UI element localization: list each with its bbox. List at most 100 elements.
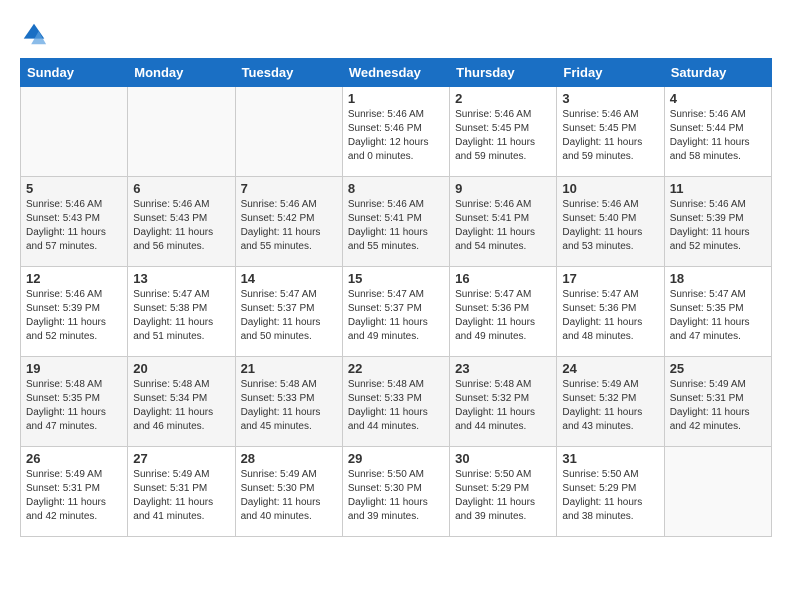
weekday-header: Saturday (664, 59, 771, 87)
day-number: 9 (455, 181, 551, 196)
day-info: Sunrise: 5:48 AM Sunset: 5:33 PM Dayligh… (241, 378, 337, 434)
calendar-day-cell: 29Sunrise: 5:50 AM Sunset: 5:30 PM Dayli… (342, 447, 449, 537)
calendar-day-cell: 4Sunrise: 5:46 AM Sunset: 5:44 PM Daylig… (664, 87, 771, 177)
day-number: 26 (26, 451, 122, 466)
calendar-day-cell: 14 Sunrise: 5:47 AM Sunset: 5:37 PM Dayli… (235, 267, 342, 357)
calendar-week-row: 19 Sunrise: 5:48 AM Sunset: 5:35 PM Dayli… (21, 357, 772, 447)
calendar-week-row: 5 Sunrise: 5:46 AM Sunset: 5:43 PM Daylig… (21, 177, 772, 267)
day-number: 23 (455, 361, 551, 376)
calendar-week-row: 1Sunrise: 5:46 AM Sunset: 5:46 PM Daylig… (21, 87, 772, 177)
calendar-day-cell: 2 Sunrise: 5:46 AM Sunset: 5:45 PM Daylig… (450, 87, 557, 177)
day-info: Sunrise: 5:46 AM Sunset: 5:43 PM Dayligh… (133, 198, 229, 254)
day-number: 5 (26, 181, 122, 196)
calendar-day-cell: 21 Sunrise: 5:48 AM Sunset: 5:33 PM Dayli… (235, 357, 342, 447)
day-info: Sunrise: 5:49 AM Sunset: 5:31 PM Dayligh… (26, 468, 122, 524)
calendar-day-cell (235, 87, 342, 177)
weekday-header: Sunday (21, 59, 128, 87)
calendar-day-cell: 16 Sunrise: 5:47 AM Sunset: 5:36 PM Dayli… (450, 267, 557, 357)
day-number: 13 (133, 271, 229, 286)
day-number: 17 (562, 271, 658, 286)
day-info: Sunrise: 5:46 AM Sunset: 5:45 PM Dayligh… (562, 108, 658, 164)
calendar-day-cell: 12Sunrise: 5:46 AM Sunset: 5:39 PM Dayli… (21, 267, 128, 357)
calendar-day-cell (21, 87, 128, 177)
calendar-day-cell: 23 Sunrise: 5:48 AM Sunset: 5:32 PM Dayli… (450, 357, 557, 447)
day-number: 4 (670, 91, 766, 106)
page-header (20, 20, 772, 48)
calendar-day-cell: 31 Sunrise: 5:50 AM Sunset: 5:29 PM Dayli… (557, 447, 664, 537)
day-number: 25 (670, 361, 766, 376)
day-number: 22 (348, 361, 444, 376)
logo-icon (20, 20, 48, 48)
logo (20, 20, 52, 48)
day-number: 11 (670, 181, 766, 196)
day-number: 28 (241, 451, 337, 466)
weekday-header: Wednesday (342, 59, 449, 87)
calendar-day-cell (664, 447, 771, 537)
day-info: Sunrise: 5:49 AM Sunset: 5:31 PM Dayligh… (670, 378, 766, 434)
day-number: 27 (133, 451, 229, 466)
day-info: Sunrise: 5:48 AM Sunset: 5:34 PM Dayligh… (133, 378, 229, 434)
calendar-day-cell: 13 Sunrise: 5:47 AM Sunset: 5:38 PM Dayli… (128, 267, 235, 357)
day-number: 14 (241, 271, 337, 286)
calendar-day-cell (128, 87, 235, 177)
day-info: Sunrise: 5:46 AM Sunset: 5:42 PM Dayligh… (241, 198, 337, 254)
day-info: Sunrise: 5:46 AM Sunset: 5:40 PM Dayligh… (562, 198, 658, 254)
day-number: 30 (455, 451, 551, 466)
day-info: Sunrise: 5:46 AM Sunset: 5:46 PM Dayligh… (348, 108, 444, 164)
day-info: Sunrise: 5:48 AM Sunset: 5:33 PM Dayligh… (348, 378, 444, 434)
calendar-day-cell: 25 Sunrise: 5:49 AM Sunset: 5:31 PM Dayli… (664, 357, 771, 447)
day-info: Sunrise: 5:49 AM Sunset: 5:32 PM Dayligh… (562, 378, 658, 434)
calendar-day-cell: 5 Sunrise: 5:46 AM Sunset: 5:43 PM Daylig… (21, 177, 128, 267)
day-number: 3 (562, 91, 658, 106)
calendar-day-cell: 24 Sunrise: 5:49 AM Sunset: 5:32 PM Dayli… (557, 357, 664, 447)
calendar-day-cell: 8 Sunrise: 5:46 AM Sunset: 5:41 PM Daylig… (342, 177, 449, 267)
calendar-day-cell: 27Sunrise: 5:49 AM Sunset: 5:31 PM Dayli… (128, 447, 235, 537)
calendar-day-cell: 19 Sunrise: 5:48 AM Sunset: 5:35 PM Dayli… (21, 357, 128, 447)
day-number: 20 (133, 361, 229, 376)
calendar-day-cell: 17 Sunrise: 5:47 AM Sunset: 5:36 PM Dayli… (557, 267, 664, 357)
calendar: SundayMondayTuesdayWednesdayThursdayFrid… (20, 58, 772, 537)
day-info: Sunrise: 5:49 AM Sunset: 5:30 PM Dayligh… (241, 468, 337, 524)
calendar-day-cell: 20 Sunrise: 5:48 AM Sunset: 5:34 PM Dayli… (128, 357, 235, 447)
day-number: 10 (562, 181, 658, 196)
calendar-day-cell: 3 Sunrise: 5:46 AM Sunset: 5:45 PM Daylig… (557, 87, 664, 177)
day-info: Sunrise: 5:47 AM Sunset: 5:38 PM Dayligh… (133, 288, 229, 344)
calendar-day-cell: 15Sunrise: 5:47 AM Sunset: 5:37 PM Dayli… (342, 267, 449, 357)
day-number: 21 (241, 361, 337, 376)
calendar-day-cell: 18 Sunrise: 5:47 AM Sunset: 5:35 PM Dayli… (664, 267, 771, 357)
day-number: 19 (26, 361, 122, 376)
day-info: Sunrise: 5:48 AM Sunset: 5:35 PM Dayligh… (26, 378, 122, 434)
day-number: 31 (562, 451, 658, 466)
day-info: Sunrise: 5:47 AM Sunset: 5:37 PM Dayligh… (241, 288, 337, 344)
day-info: Sunrise: 5:47 AM Sunset: 5:36 PM Dayligh… (562, 288, 658, 344)
day-number: 2 (455, 91, 551, 106)
day-info: Sunrise: 5:46 AM Sunset: 5:39 PM Dayligh… (670, 198, 766, 254)
calendar-day-cell: 11 Sunrise: 5:46 AM Sunset: 5:39 PM Dayli… (664, 177, 771, 267)
calendar-day-cell: 30 Sunrise: 5:50 AM Sunset: 5:29 PM Dayli… (450, 447, 557, 537)
day-info: Sunrise: 5:50 AM Sunset: 5:29 PM Dayligh… (455, 468, 551, 524)
calendar-week-row: 12Sunrise: 5:46 AM Sunset: 5:39 PM Dayli… (21, 267, 772, 357)
day-info: Sunrise: 5:46 AM Sunset: 5:43 PM Dayligh… (26, 198, 122, 254)
calendar-day-cell: 22 Sunrise: 5:48 AM Sunset: 5:33 PM Dayli… (342, 357, 449, 447)
calendar-day-cell: 28 Sunrise: 5:49 AM Sunset: 5:30 PM Dayli… (235, 447, 342, 537)
day-info: Sunrise: 5:46 AM Sunset: 5:41 PM Dayligh… (455, 198, 551, 254)
day-number: 18 (670, 271, 766, 286)
day-info: Sunrise: 5:48 AM Sunset: 5:32 PM Dayligh… (455, 378, 551, 434)
day-number: 24 (562, 361, 658, 376)
weekday-header: Tuesday (235, 59, 342, 87)
calendar-day-cell: 9 Sunrise: 5:46 AM Sunset: 5:41 PM Daylig… (450, 177, 557, 267)
day-info: Sunrise: 5:50 AM Sunset: 5:29 PM Dayligh… (562, 468, 658, 524)
day-info: Sunrise: 5:46 AM Sunset: 5:45 PM Dayligh… (455, 108, 551, 164)
day-info: Sunrise: 5:47 AM Sunset: 5:37 PM Dayligh… (348, 288, 444, 344)
calendar-day-cell: 1Sunrise: 5:46 AM Sunset: 5:46 PM Daylig… (342, 87, 449, 177)
calendar-day-cell: 10 Sunrise: 5:46 AM Sunset: 5:40 PM Dayli… (557, 177, 664, 267)
calendar-header-row: SundayMondayTuesdayWednesdayThursdayFrid… (21, 59, 772, 87)
calendar-day-cell: 6 Sunrise: 5:46 AM Sunset: 5:43 PM Daylig… (128, 177, 235, 267)
day-number: 6 (133, 181, 229, 196)
day-info: Sunrise: 5:47 AM Sunset: 5:35 PM Dayligh… (670, 288, 766, 344)
day-info: Sunrise: 5:47 AM Sunset: 5:36 PM Dayligh… (455, 288, 551, 344)
day-number: 16 (455, 271, 551, 286)
day-number: 7 (241, 181, 337, 196)
day-number: 8 (348, 181, 444, 196)
day-info: Sunrise: 5:46 AM Sunset: 5:41 PM Dayligh… (348, 198, 444, 254)
